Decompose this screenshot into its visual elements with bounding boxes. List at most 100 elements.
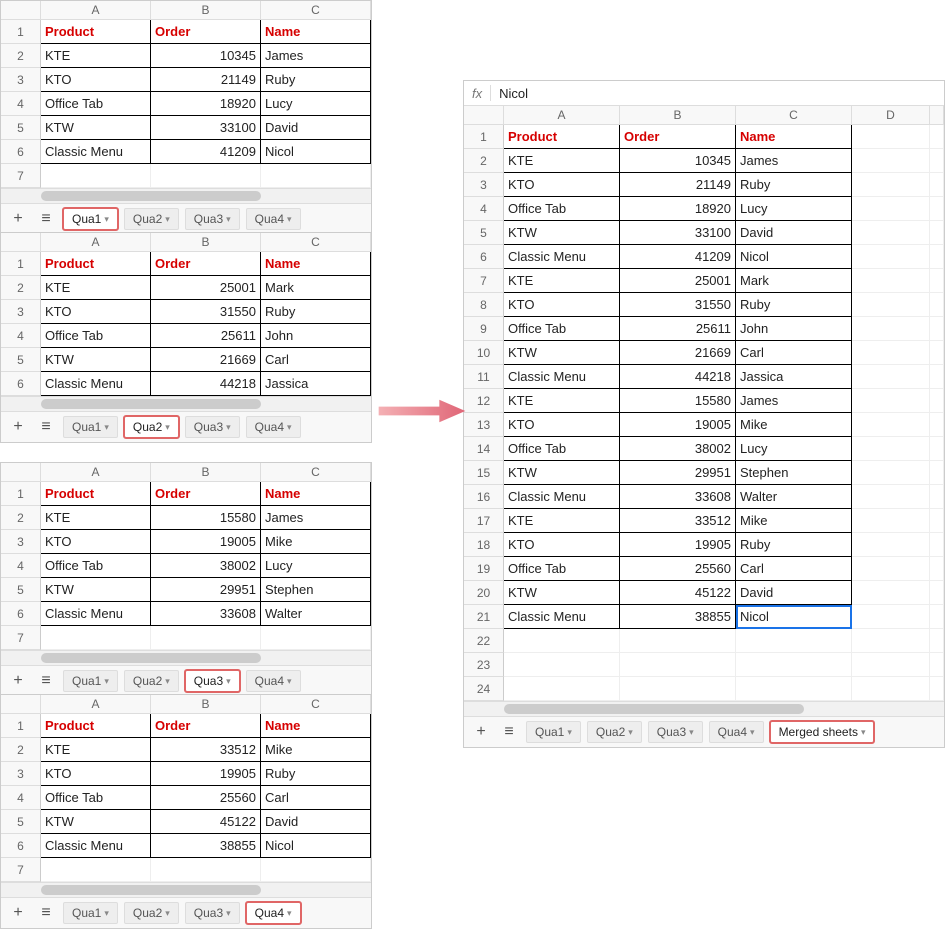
row-number[interactable]: 6 <box>464 245 504 269</box>
cell-name[interactable]: Mike <box>736 509 852 533</box>
column-header-B[interactable]: B <box>151 233 261 251</box>
row-number[interactable]: 3 <box>1 68 41 92</box>
column-header-A[interactable]: A <box>41 463 151 481</box>
empty-cell[interactable] <box>620 629 736 653</box>
header-name[interactable]: Name <box>261 252 371 276</box>
empty-cell[interactable] <box>852 533 930 557</box>
row-number[interactable]: 1 <box>1 482 41 506</box>
cell-order[interactable]: 41209 <box>151 140 261 164</box>
cell-order[interactable]: 18920 <box>620 197 736 221</box>
empty-cell[interactable] <box>852 221 930 245</box>
empty-cell[interactable] <box>736 653 852 677</box>
header-name[interactable]: Name <box>261 20 371 44</box>
sheet-tab-qua1[interactable]: Qua1▾ <box>63 670 118 692</box>
header-product[interactable]: Product <box>41 714 151 738</box>
cell-order[interactable]: 25001 <box>620 269 736 293</box>
cell-product[interactable]: KTE <box>504 509 620 533</box>
empty-cell[interactable] <box>852 557 930 581</box>
cell-product[interactable]: Classic Menu <box>504 605 620 629</box>
empty-cell[interactable] <box>504 629 620 653</box>
empty-cell[interactable] <box>930 581 944 605</box>
cell-name[interactable]: Stephen <box>736 461 852 485</box>
cell-order[interactable]: 15580 <box>620 389 736 413</box>
cell-product[interactable]: KTW <box>41 348 151 372</box>
empty-cell[interactable] <box>930 125 944 149</box>
cell-order[interactable]: 25560 <box>620 557 736 581</box>
header-product[interactable]: Product <box>504 125 620 149</box>
sheet-tab-qua2[interactable]: Qua2▾ <box>587 721 642 743</box>
empty-cell[interactable] <box>930 317 944 341</box>
cell-product[interactable]: Office Tab <box>41 786 151 810</box>
cell-name[interactable]: Ruby <box>736 293 852 317</box>
empty-cell[interactable] <box>930 197 944 221</box>
empty-cell[interactable] <box>930 341 944 365</box>
empty-cell[interactable] <box>930 509 944 533</box>
cell-order[interactable]: 44218 <box>151 372 261 396</box>
cell-order[interactable]: 10345 <box>151 44 261 68</box>
empty-cell[interactable] <box>852 341 930 365</box>
empty-cell[interactable] <box>41 164 151 188</box>
column-header-D[interactable]: D <box>852 106 930 124</box>
empty-cell[interactable] <box>852 581 930 605</box>
cell-order[interactable]: 25560 <box>151 786 261 810</box>
cell-product[interactable]: Classic Menu <box>41 140 151 164</box>
cell-name[interactable]: Nicol <box>261 140 371 164</box>
column-header-B[interactable]: B <box>620 106 736 124</box>
cell-order[interactable]: 21149 <box>620 173 736 197</box>
row-number[interactable]: 24 <box>464 677 504 701</box>
sheet-tab-qua3[interactable]: Qua3▾ <box>185 902 240 924</box>
cell-product[interactable]: KTO <box>41 530 151 554</box>
row-number[interactable]: 3 <box>1 530 41 554</box>
cell-name[interactable]: Nicol <box>736 605 852 629</box>
cell-name[interactable]: James <box>261 506 371 530</box>
horizontal-scrollbar[interactable] <box>464 701 944 716</box>
cell-order[interactable]: 21669 <box>151 348 261 372</box>
corner-cell[interactable] <box>1 463 41 481</box>
empty-cell[interactable] <box>930 149 944 173</box>
cell-order[interactable]: 18920 <box>151 92 261 116</box>
sheet-tab-qua3[interactable]: Qua3▾ <box>648 721 703 743</box>
empty-cell[interactable] <box>852 653 930 677</box>
cell-name[interactable]: Nicol <box>261 834 371 858</box>
sheet-tab-qua4[interactable]: Qua4▾ <box>246 902 301 924</box>
cell-name[interactable]: Stephen <box>261 578 371 602</box>
cell-product[interactable]: KTE <box>41 276 151 300</box>
sheet-tab-qua2[interactable]: Qua2▾ <box>124 902 179 924</box>
cell-order[interactable]: 33512 <box>151 738 261 762</box>
cell-product[interactable]: Office Tab <box>41 92 151 116</box>
cell-product[interactable]: KTE <box>504 149 620 173</box>
column-header-B[interactable]: B <box>151 463 261 481</box>
sheet-tab-merged[interactable]: Merged sheets▾ <box>770 721 875 743</box>
cell-order[interactable]: 19005 <box>620 413 736 437</box>
add-sheet-button[interactable]: + <box>7 208 29 230</box>
cell-order[interactable]: 21669 <box>620 341 736 365</box>
cell-name[interactable]: Lucy <box>261 554 371 578</box>
cell-product[interactable]: Classic Menu <box>504 365 620 389</box>
add-sheet-button[interactable]: + <box>7 416 29 438</box>
corner-cell[interactable] <box>1 233 41 251</box>
cell-name[interactable]: Nicol <box>736 245 852 269</box>
formula-value[interactable]: Nicol <box>499 86 528 101</box>
cell-order[interactable]: 25001 <box>151 276 261 300</box>
header-name[interactable]: Name <box>261 714 371 738</box>
cell-order[interactable]: 44218 <box>620 365 736 389</box>
row-number[interactable]: 2 <box>1 276 41 300</box>
cell-name[interactable]: Jassica <box>261 372 371 396</box>
all-sheets-button[interactable]: ≡ <box>498 721 520 743</box>
column-header-C[interactable]: C <box>261 463 371 481</box>
cell-name[interactable]: John <box>261 324 371 348</box>
empty-cell[interactable] <box>852 437 930 461</box>
empty-cell[interactable] <box>736 677 852 701</box>
sheet-tab-qua4[interactable]: Qua4▾ <box>246 416 301 438</box>
sheet-tab-qua2[interactable]: Qua2▾ <box>124 208 179 230</box>
cell-name[interactable]: Walter <box>736 485 852 509</box>
row-number[interactable]: 11 <box>464 365 504 389</box>
empty-cell[interactable] <box>852 461 930 485</box>
empty-cell[interactable] <box>852 245 930 269</box>
empty-cell[interactable] <box>736 629 852 653</box>
cell-product[interactable]: KTE <box>504 269 620 293</box>
cell-product[interactable]: KTO <box>41 68 151 92</box>
all-sheets-button[interactable]: ≡ <box>35 208 57 230</box>
sheet-tab-qua4[interactable]: Qua4▾ <box>246 208 301 230</box>
cell-order[interactable]: 29951 <box>151 578 261 602</box>
